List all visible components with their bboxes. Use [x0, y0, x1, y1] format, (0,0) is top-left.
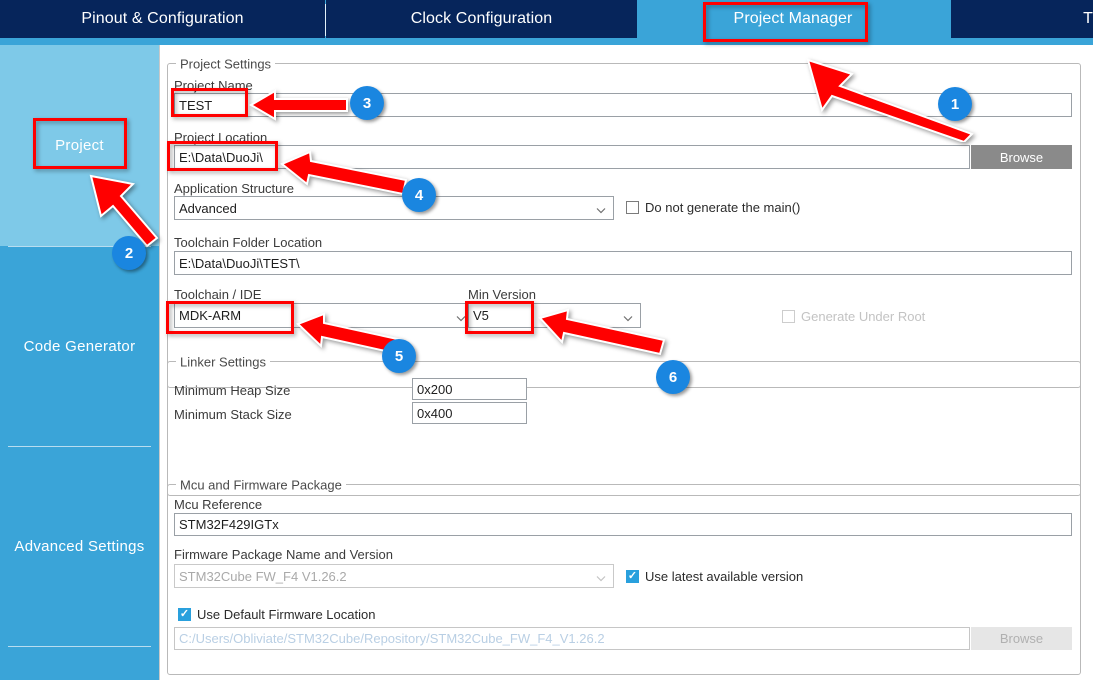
annotation-badge-4: 4 [402, 178, 436, 212]
project-location-input[interactable]: E:\Data\DuoJi\ [174, 145, 970, 169]
annotation-badge-1: 1 [938, 87, 972, 121]
do-not-generate-main-label: Do not generate the main() [645, 200, 801, 215]
minimum-stack-size-value: 0x400 [417, 405, 453, 421]
chevron-down-icon [456, 311, 466, 321]
project-name-value: TEST [179, 97, 213, 113]
sidebar-item-advanced-settings[interactable]: Advanced Settings [0, 447, 159, 646]
mcu-reference-input[interactable]: STM32F429IGTx [174, 513, 1072, 536]
use-default-firmware-location-box: ✓ [178, 608, 191, 621]
min-version-value: V5 [473, 308, 489, 323]
project-location-label: Project Location [174, 130, 268, 145]
tab-project-manager[interactable]: Project Manager [703, 0, 883, 38]
generate-under-root-label: Generate Under Root [801, 309, 926, 324]
application-structure-label: Application Structure [174, 181, 294, 196]
firmware-package-select[interactable]: STM32Cube FW_F4 V1.26.2 [174, 564, 614, 588]
application-structure-select[interactable]: Advanced [174, 196, 614, 220]
firmware-package-label: Firmware Package Name and Version [174, 547, 393, 562]
toolchain-ide-select[interactable]: MDK-ARM [174, 303, 474, 328]
toolchain-folder-location-value: E:\Data\DuoJi\TEST\ [179, 255, 300, 271]
firmware-location-value: C:/Users/Obliviate/STM32Cube/Repository/… [179, 631, 605, 646]
firmware-location-browse-label: Browse [999, 631, 1044, 646]
chevron-down-icon [623, 311, 633, 321]
annotation-badge-6-number: 6 [668, 368, 678, 386]
annotation-badge-5-number: 5 [394, 347, 404, 365]
main-tab-bar: Pinout & Configuration Clock Configurati… [0, 0, 1093, 45]
sidebar-item-extra[interactable] [0, 647, 159, 680]
annotation-badge-6: 6 [656, 360, 690, 394]
project-manager-sidebar: Project Code Generator Advanced Settings [0, 45, 159, 680]
linker-settings-group: Linker Settings [167, 354, 1081, 496]
project-location-browse-button[interactable]: Browse [971, 145, 1072, 169]
mcu-reference-value: STM32F429IGTx [179, 517, 279, 532]
annotation-badge-3-number: 3 [362, 94, 372, 112]
firmware-location-browse-button[interactable]: Browse [971, 627, 1072, 650]
annotation-badge-2-number: 2 [124, 244, 134, 262]
generate-under-root-box [782, 310, 795, 323]
tab-project-manager-label: Project Manager [733, 10, 853, 27]
project-settings-panel: Project Settings Project Name TEST Proje… [159, 45, 1093, 680]
toolchain-folder-location-label: Toolchain Folder Location [174, 235, 323, 250]
firmware-location-input[interactable]: C:/Users/Obliviate/STM32Cube/Repository/… [174, 627, 970, 650]
project-name-label: Project Name [174, 78, 253, 93]
stm32cubemx-window: Pinout & Configuration Clock Configurati… [0, 0, 1093, 680]
annotation-badge-3: 3 [350, 86, 384, 120]
tab-pinout-configuration-label: Pinout & Configuration [81, 10, 244, 27]
mcu-firmware-package-group-title: Mcu and Firmware Package [176, 477, 346, 493]
sidebar-item-project-label: Project [55, 137, 104, 154]
do-not-generate-main-checkbox[interactable]: Do not generate the main() [626, 200, 800, 215]
sidebar-item-code-generator-label: Code Generator [23, 338, 136, 355]
linker-settings-group-title: Linker Settings [176, 354, 270, 370]
use-latest-version-box: ✓ [626, 570, 639, 583]
tab-tools[interactable]: T [951, 0, 1093, 38]
minimum-stack-size-label: Minimum Stack Size [174, 407, 292, 422]
use-latest-version-checkbox[interactable]: ✓ Use latest available version [626, 569, 803, 584]
annotation-badge-2: 2 [112, 236, 146, 270]
tab-tools-label: T [1083, 10, 1093, 27]
mcu-reference-label: Mcu Reference [174, 497, 263, 512]
minimum-heap-size-label: Minimum Heap Size [174, 383, 291, 398]
annotation-badge-5: 5 [382, 339, 416, 373]
minimum-stack-size-input[interactable]: 0x400 [412, 402, 527, 424]
check-icon: ✓ [179, 608, 190, 620]
use-latest-version-label: Use latest available version [645, 569, 804, 584]
annotation-badge-4-number: 4 [414, 186, 424, 204]
project-settings-group-title: Project Settings [176, 56, 276, 72]
sidebar-item-code-generator[interactable]: Code Generator [0, 247, 159, 446]
chevron-down-icon [596, 572, 606, 582]
chevron-down-icon [596, 204, 606, 214]
do-not-generate-main-box [626, 201, 639, 214]
min-version-select[interactable]: V5 [468, 303, 641, 328]
toolchain-ide-value: MDK-ARM [179, 308, 242, 323]
toolchain-folder-location-input[interactable]: E:\Data\DuoJi\TEST\ [174, 251, 1072, 275]
minimum-heap-size-value: 0x200 [417, 381, 453, 397]
min-version-label: Min Version [468, 287, 536, 302]
check-icon: ✓ [627, 570, 638, 582]
tab-clock-configuration-label: Clock Configuration [410, 10, 553, 27]
tab-clock-configuration[interactable]: Clock Configuration [326, 0, 637, 38]
sidebar-item-advanced-settings-label: Advanced Settings [14, 538, 145, 555]
use-default-firmware-location-label: Use Default Firmware Location [197, 607, 376, 622]
project-location-browse-label: Browse [999, 149, 1044, 165]
toolchain-ide-label: Toolchain / IDE [174, 287, 262, 302]
annotation-badge-1-number: 1 [950, 95, 960, 113]
firmware-package-value: STM32Cube FW_F4 V1.26.2 [179, 568, 347, 584]
tab-pinout-configuration[interactable]: Pinout & Configuration [0, 0, 325, 38]
application-structure-value: Advanced [179, 200, 237, 216]
use-default-firmware-location-checkbox[interactable]: ✓ Use Default Firmware Location [178, 607, 375, 622]
sidebar-item-project[interactable]: Project [0, 45, 159, 246]
generate-under-root-checkbox[interactable]: Generate Under Root [782, 309, 925, 324]
minimum-heap-size-input[interactable]: 0x200 [412, 378, 527, 400]
project-location-value: E:\Data\DuoJi\ [179, 149, 263, 165]
